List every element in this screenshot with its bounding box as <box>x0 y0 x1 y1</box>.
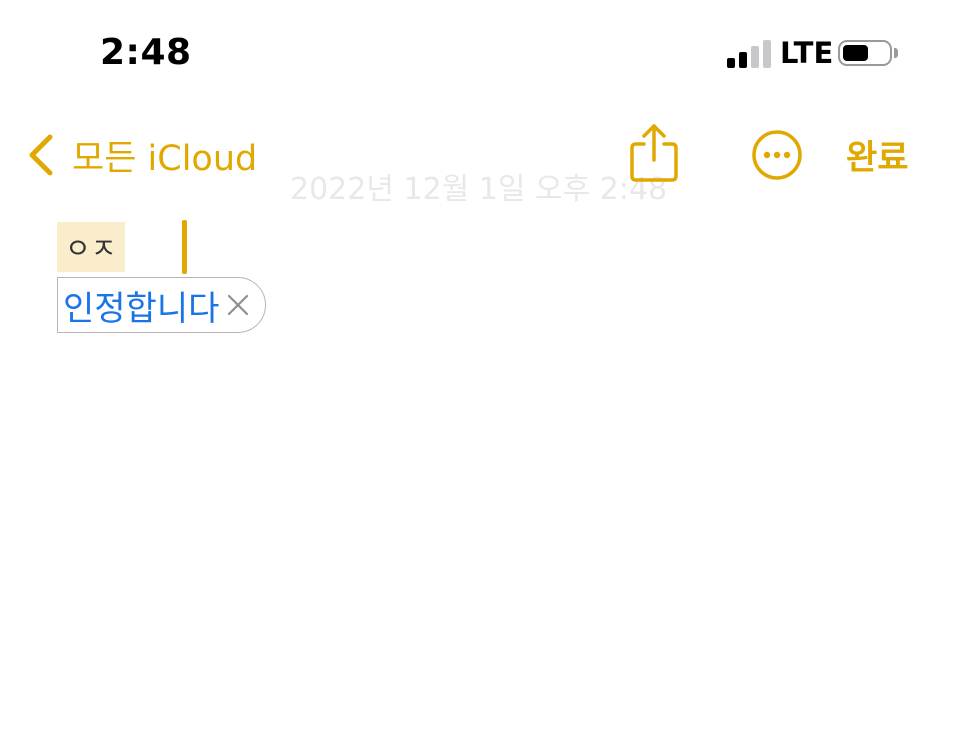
share-icon <box>630 124 678 182</box>
battery-icon <box>838 40 892 66</box>
suggestion-text[interactable]: 인정합니다 <box>63 281 219 330</box>
ellipsis-circle-icon <box>752 130 802 180</box>
share-button[interactable] <box>626 122 682 184</box>
more-options-button[interactable] <box>750 128 804 182</box>
text-cursor <box>182 220 187 274</box>
network-type: LTE <box>780 36 834 70</box>
battery-cap <box>894 48 898 58</box>
status-bar: 2:48 LTE <box>0 0 960 100</box>
navigation-bar: 2022년 12월 1일 오후 2:48 모든 iCloud 완료 <box>0 110 960 207</box>
done-button[interactable]: 완료 <box>846 130 909 179</box>
chevron-left-icon <box>29 134 53 176</box>
back-button-label: 모든 iCloud <box>72 138 258 179</box>
cellular-signal-icon <box>727 38 773 68</box>
composing-text[interactable]: ㅇㅈ <box>57 222 125 272</box>
status-time: 2:48 <box>100 32 192 73</box>
note-date: 2022년 12월 1일 오후 2:48 <box>290 172 668 207</box>
battery-level <box>843 45 868 61</box>
back-button[interactable]: 모든 iCloud <box>26 130 257 180</box>
autocorrect-suggestion[interactable]: 인정합니다 <box>57 277 267 333</box>
close-icon[interactable] <box>225 292 251 318</box>
